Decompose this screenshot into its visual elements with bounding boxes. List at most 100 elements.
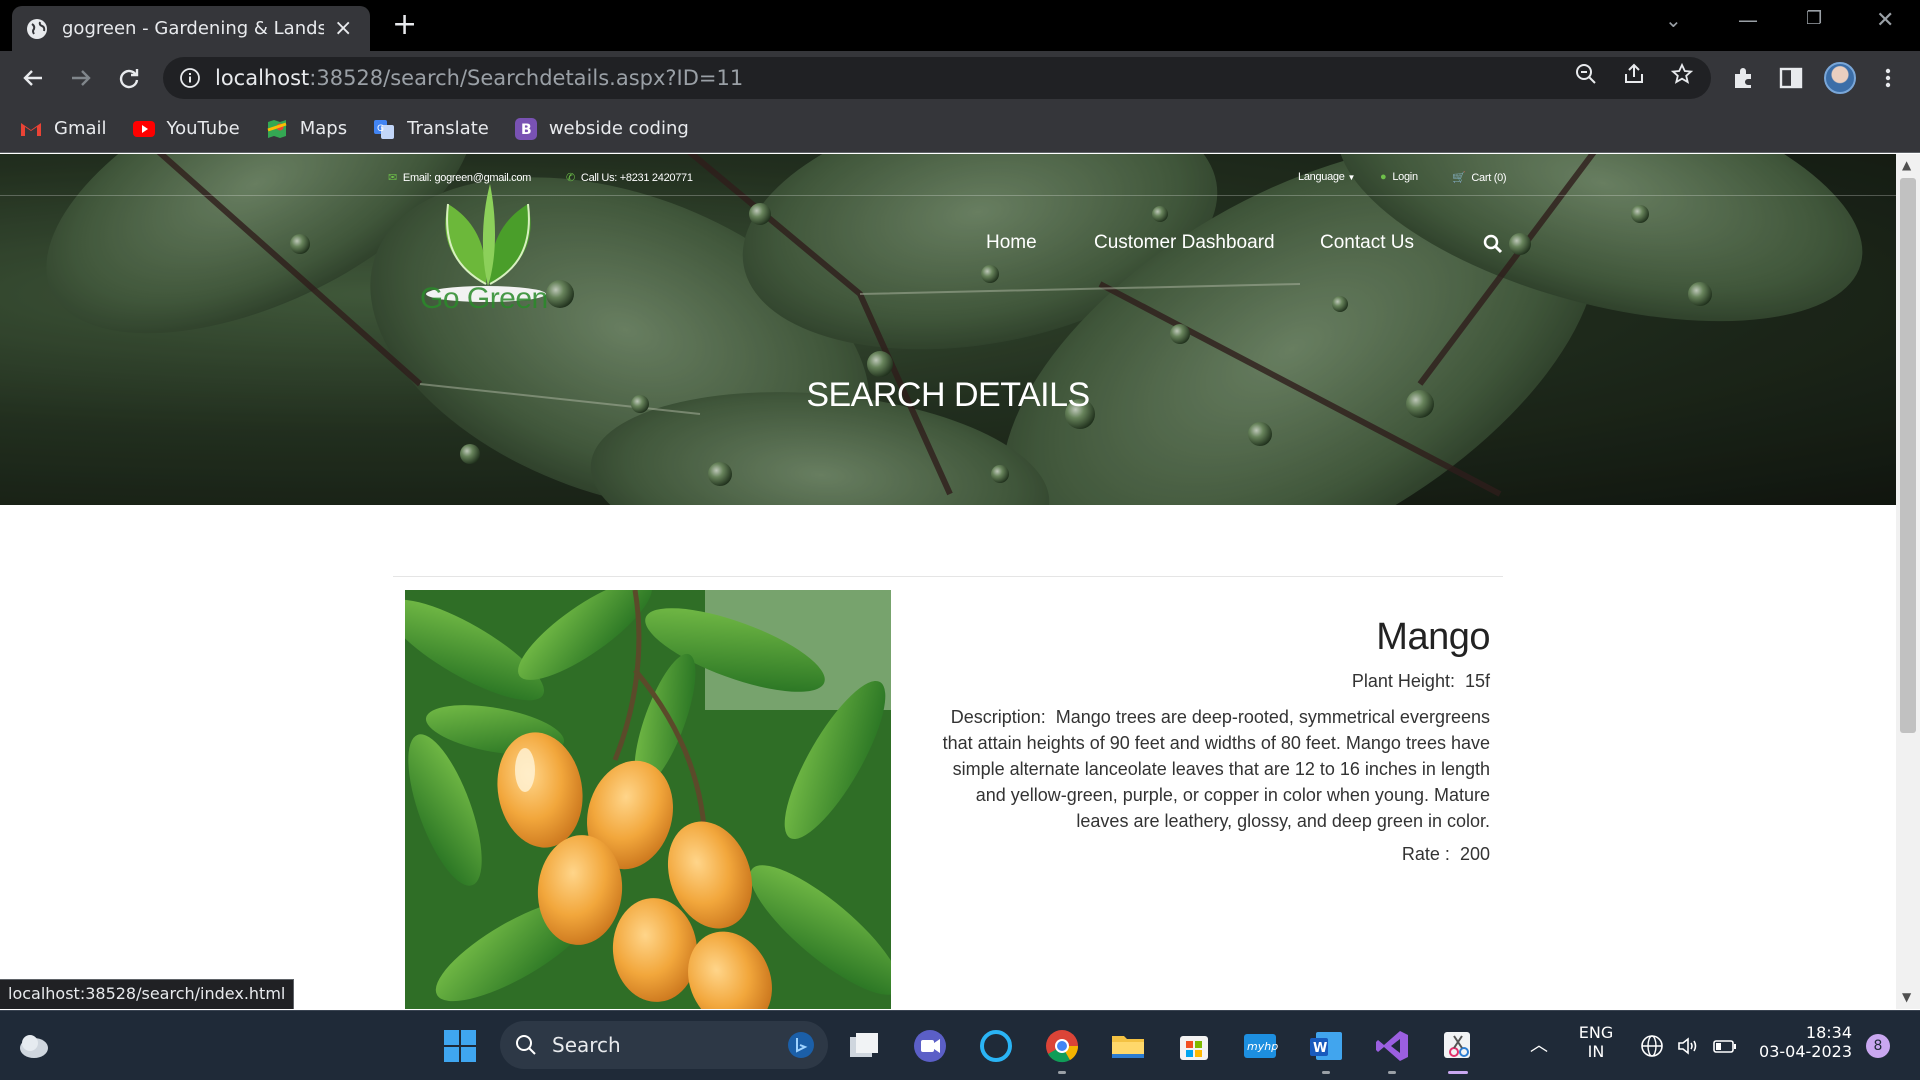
restore-icon[interactable]: ❐ bbox=[1806, 8, 1822, 29]
globe-icon bbox=[27, 18, 47, 39]
gmail-icon bbox=[20, 118, 42, 140]
tray-overflow-chevron-icon[interactable]: ︿ bbox=[1530, 1031, 1548, 1057]
language-dropdown[interactable]: Language ▼ bbox=[1298, 171, 1355, 183]
extensions-icon[interactable] bbox=[1729, 64, 1757, 92]
nav-customer-dashboard[interactable]: Customer Dashboard bbox=[1094, 232, 1275, 254]
bootstrap-icon: B bbox=[514, 117, 537, 140]
browser-tabstrip: gogreen - Gardening & Landscap × + ⌄ — ❐… bbox=[0, 0, 1920, 51]
page-scrollbar[interactable]: ▲ ▼ bbox=[1896, 154, 1920, 1009]
volume-icon[interactable] bbox=[1676, 1034, 1700, 1058]
bing-icon[interactable] bbox=[786, 1030, 816, 1060]
chrome-running-indicator bbox=[1058, 1071, 1066, 1074]
hero-banner: ✉ Email: gogreen@gmail.com ✆ Call Us: +8… bbox=[0, 154, 1896, 505]
windows-taskbar: Search myhp W ︿ ENG IN 18:34 03-04-2023 … bbox=[0, 1010, 1920, 1080]
maps-icon bbox=[266, 118, 288, 140]
logo-text: Go Green bbox=[420, 282, 548, 315]
bookmark-star-icon[interactable] bbox=[1670, 62, 1694, 86]
description-row: Description: Mango trees are deep-rooted… bbox=[930, 704, 1490, 834]
word-icon[interactable]: W bbox=[1308, 1028, 1344, 1064]
plant-height-label: Plant Height: bbox=[1351, 671, 1455, 691]
close-window-icon[interactable]: ✕ bbox=[1876, 8, 1894, 33]
site-info-icon[interactable] bbox=[179, 67, 201, 89]
plant-height-value: 15f bbox=[1464, 671, 1490, 691]
search-icon[interactable] bbox=[1483, 234, 1503, 254]
visual-studio-icon[interactable] bbox=[1374, 1028, 1410, 1064]
back-icon[interactable] bbox=[18, 63, 48, 93]
new-tab-button[interactable]: + bbox=[392, 10, 417, 40]
side-panel-icon[interactable] bbox=[1777, 64, 1805, 92]
battery-icon[interactable] bbox=[1712, 1034, 1738, 1058]
bookmark-label: YouTube bbox=[166, 118, 240, 139]
url-path: :38528/search/Searchdetails.aspx?ID=11 bbox=[309, 66, 744, 90]
product-details: Mango Plant Height: 15f Description: Man… bbox=[930, 616, 1491, 865]
tab-title: gogreen - Gardening & Landscap bbox=[62, 18, 324, 39]
snipping-active-indicator bbox=[1448, 1071, 1468, 1074]
minimize-icon[interactable]: — bbox=[1738, 8, 1758, 32]
scroll-up-icon[interactable]: ▲ bbox=[1902, 158, 1911, 172]
forward-icon[interactable] bbox=[66, 63, 96, 93]
product-name: Mango bbox=[1376, 616, 1490, 658]
taskbar-search-label: Search bbox=[552, 1033, 621, 1057]
network-icon[interactable] bbox=[1640, 1034, 1664, 1058]
nav-contact-us[interactable]: Contact Us bbox=[1320, 232, 1414, 254]
lang-bottom: IN bbox=[1587, 1042, 1605, 1061]
phone-icon: ✆ bbox=[566, 172, 575, 184]
clock-time: 18:34 bbox=[1805, 1023, 1852, 1042]
microsoft-store-icon[interactable] bbox=[1176, 1028, 1212, 1064]
weather-icon[interactable] bbox=[16, 1028, 52, 1064]
envelope-icon: ✉ bbox=[388, 172, 397, 184]
product-image bbox=[405, 590, 891, 1009]
bookmark-translate[interactable]: G Translate bbox=[373, 118, 489, 140]
mango-tree-image bbox=[405, 590, 891, 1009]
plant-height-row: Plant Height: 15f bbox=[930, 671, 1490, 692]
reload-icon[interactable] bbox=[114, 63, 144, 93]
user-icon: ● bbox=[1380, 171, 1387, 183]
clock[interactable]: 18:34 03-04-2023 bbox=[1756, 1023, 1852, 1061]
site-topbar: ✉ Email: gogreen@gmail.com ✆ Call Us: +8… bbox=[0, 154, 1896, 196]
profile-avatar[interactable] bbox=[1824, 62, 1856, 94]
bookmark-gmail[interactable]: Gmail bbox=[20, 118, 107, 140]
input-language-indicator[interactable]: ENG IN bbox=[1574, 1023, 1618, 1061]
zoom-icon[interactable] bbox=[1574, 62, 1598, 86]
scrollbar-thumb[interactable] bbox=[1900, 178, 1916, 733]
snipping-tool-icon[interactable] bbox=[1440, 1028, 1476, 1064]
taskbar-search[interactable]: Search bbox=[500, 1021, 828, 1069]
bookmark-label: Gmail bbox=[54, 118, 107, 139]
link-status-bar: localhost:38528/search/index.html bbox=[0, 979, 295, 1009]
page-viewport: ✉ Email: gogreen@gmail.com ✆ Call Us: +8… bbox=[0, 154, 1896, 1009]
login-link[interactable]: ● Login bbox=[1380, 171, 1418, 183]
lang-top: ENG bbox=[1578, 1023, 1614, 1042]
teams-chat-icon[interactable] bbox=[912, 1028, 948, 1064]
browser-toolbar: localhost:38528/search/Searchdetails.asp… bbox=[0, 51, 1920, 105]
tab-search-icon[interactable]: ⌄ bbox=[1665, 8, 1682, 32]
caret-down-icon: ▼ bbox=[1347, 172, 1356, 182]
browser-tab[interactable]: gogreen - Gardening & Landscap × bbox=[12, 6, 370, 51]
bookmark-label: Translate bbox=[407, 118, 489, 139]
svg-text:B: B bbox=[521, 122, 532, 138]
file-explorer-icon[interactable] bbox=[1110, 1028, 1146, 1064]
bookmark-maps[interactable]: Maps bbox=[266, 118, 347, 140]
notification-badge[interactable]: 8 bbox=[1866, 1034, 1890, 1058]
svg-text:W: W bbox=[1313, 1041, 1327, 1056]
svg-text:G: G bbox=[377, 124, 384, 134]
language-label: Language bbox=[1298, 171, 1345, 183]
bookmarks-bar: Gmail YouTube Maps G Translate B webside… bbox=[0, 105, 1920, 153]
chrome-icon[interactable] bbox=[1044, 1028, 1080, 1064]
bookmark-label: webside coding bbox=[548, 118, 689, 139]
task-view-icon[interactable] bbox=[846, 1028, 882, 1064]
close-tab-icon[interactable]: × bbox=[334, 17, 352, 40]
kebab-menu-icon[interactable] bbox=[1874, 64, 1902, 92]
windows-start-icon[interactable] bbox=[442, 1028, 478, 1064]
cart-icon: 🛒 bbox=[1452, 172, 1466, 184]
cart-link[interactable]: 🛒 Cart (0) bbox=[1452, 171, 1507, 185]
topbar-phone-text: Call Us: +8231 2420771 bbox=[580, 171, 693, 184]
address-bar[interactable]: localhost:38528/search/Searchdetails.asp… bbox=[163, 57, 1711, 99]
share-icon[interactable] bbox=[1622, 62, 1646, 86]
cortana-icon[interactable] bbox=[978, 1028, 1014, 1064]
nav-home[interactable]: Home bbox=[986, 232, 1037, 254]
scroll-down-icon[interactable]: ▼ bbox=[1902, 990, 1911, 1004]
bookmark-webside-coding[interactable]: B webside coding bbox=[514, 117, 689, 140]
myhp-icon[interactable]: myhp bbox=[1242, 1028, 1278, 1064]
bookmark-youtube[interactable]: YouTube bbox=[132, 118, 240, 140]
clock-date: 03-04-2023 bbox=[1759, 1042, 1852, 1061]
